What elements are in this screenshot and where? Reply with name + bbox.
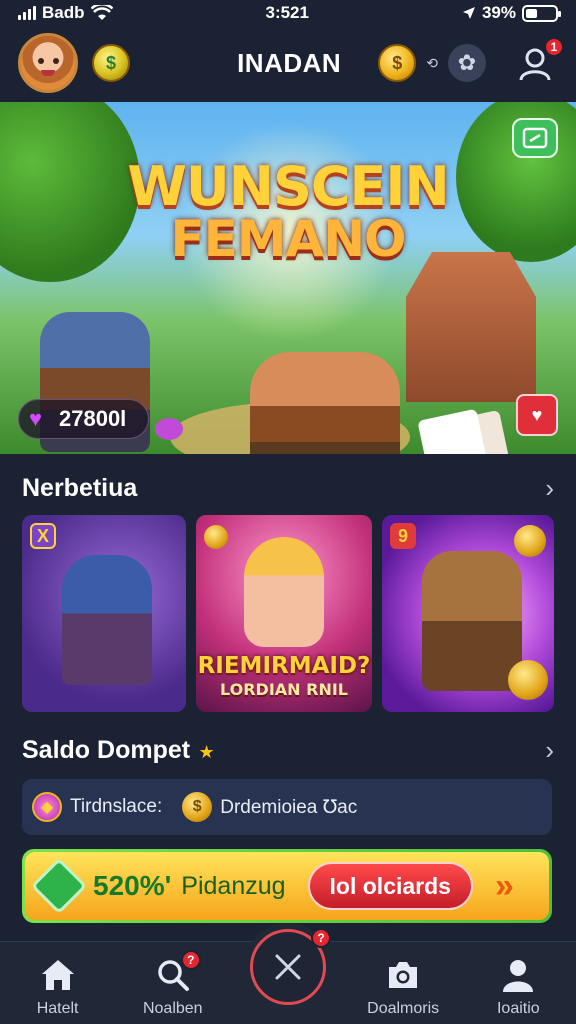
nav-item-camera[interactable]: Doalmoris [353,956,453,1018]
avatar[interactable] [18,33,78,93]
notification-badge: 1 [544,37,564,57]
gold-coin-icon[interactable]: $ [378,44,417,82]
gems-counter[interactable]: ♥ 27800l [18,399,150,439]
ticket-icon [522,127,548,149]
game-card[interactable]: 9 [382,515,554,712]
game-badge: X [30,523,56,549]
notification-badge: ? [180,950,201,970]
green-gem-icon [30,857,88,915]
wifi-icon [90,5,113,20]
carrier-name: Badb [42,3,85,22]
game-title-line2: LORDIAN RNIL [220,680,348,699]
wallet-left-label: Tirdnslace: [70,796,163,817]
nav-item-search[interactable]: ? Noalben [123,950,223,1018]
battery-icon [521,4,561,22]
gems-value: 27800l [59,406,127,431]
heart-gem-icon: ♥ [29,406,43,431]
section-header-wallet[interactable]: Saldo Dompet ★ › [22,732,554,768]
nav-label: Noalben [142,1000,203,1017]
favorite-button[interactable]: ♥ [516,394,558,436]
battery-fill [525,8,537,18]
girl-character [244,537,324,647]
hero-banner[interactable]: WUNSCEIN FEMANO ♥ 27800l ♥ [0,102,576,454]
coin-icon [508,660,548,700]
section-title: Nerbetiua [22,473,138,502]
status-right: 39% [462,3,561,23]
nav-label: Ioaitio [496,1000,540,1017]
game-badge: 9 [390,523,416,549]
nav-item-home[interactable]: Hatelt [8,956,108,1018]
status-bar: Badb 3:521 39% [0,0,576,26]
brute-character [250,352,400,454]
signal-icon [18,6,36,20]
coin-icon: $ [182,792,213,822]
home-icon [38,956,78,994]
app-title: INADAN [237,47,342,78]
star-icon: ★ [198,741,215,762]
promo-button[interactable]: Iol olciards [307,862,473,910]
clock: 3:521 [265,3,309,22]
profile-button[interactable]: 1 [514,37,564,85]
game-card[interactable]: RIEMIRMAID? LORDIAN RNIL [196,515,372,712]
settings-button[interactable]: ✿ [448,44,486,82]
coin-icon [514,525,546,557]
status-left: Badb [18,3,113,23]
games-carousel: X RIEMIRMAID? LORDIAN RNIL 9 [22,515,554,712]
game-title: RIEMIRMAID? LORDIAN RNIL [196,655,372,698]
promo-text: Pidanzug [181,871,286,900]
center-close-button[interactable]: ? [250,928,331,1005]
promo-inner: 520%' Pidanzug Iol olciards » [25,852,549,920]
notification-badge: ? [311,928,331,948]
hero-title-line2: FEMANO [170,210,406,268]
coin-icon [204,525,228,549]
chevron-right-icon[interactable]: › [545,473,554,504]
coin-icon[interactable]: $ [92,44,130,82]
top-right-actions: $ ⟲ ✿ 1 [378,37,564,85]
battery-percent: 39% [481,3,516,22]
golem-character [422,551,522,691]
top-bar: $ INADAN $ ⟲ ✿ 1 [0,26,576,100]
playing-cards [417,408,493,454]
gift-button[interactable] [512,118,558,158]
game-card[interactable]: X [22,515,186,712]
location-arrow-icon [462,7,475,19]
wallet-right-label: Drdemioiea ℧ac [220,796,358,818]
gem-icon: ◆ [32,792,62,822]
heart-icon: ♥ [531,404,543,425]
promo-banner[interactable]: 520%' Pidanzug Iol olciards » [22,849,552,923]
nav-label: Hatelt [36,1000,79,1017]
link-icon: ⟲ [426,54,438,71]
wallet-info-row[interactable]: ◆ Tirdnslace: $ Drdemioiea ℧ac [22,779,552,835]
gem-chip-icon [155,418,183,440]
game-title-line1: RIEMIRMAID? [197,653,371,679]
user-icon [498,956,538,994]
section-title: Saldo Dompet [22,735,191,764]
close-icon [275,954,301,980]
chevron-right-icon[interactable]: › [545,735,554,766]
hero-title-line1: WUNSCEIN [127,155,449,218]
section-header-games[interactable]: Nerbetiua › [22,470,554,506]
nav-label: Doalmoris [367,1000,440,1017]
camera-icon [383,956,423,994]
hero-title: WUNSCEIN FEMANO [0,155,576,268]
gear-icon: ✿ [457,50,477,75]
wallet-title-wrap: Saldo Dompet ★ [22,736,215,765]
double-arrow-icon: » [494,866,514,905]
knight-character [62,555,152,685]
nav-item-profile[interactable]: Ioaitio [468,956,568,1018]
castle-illustration [406,252,536,402]
promo-percent: 520%' [93,870,172,901]
